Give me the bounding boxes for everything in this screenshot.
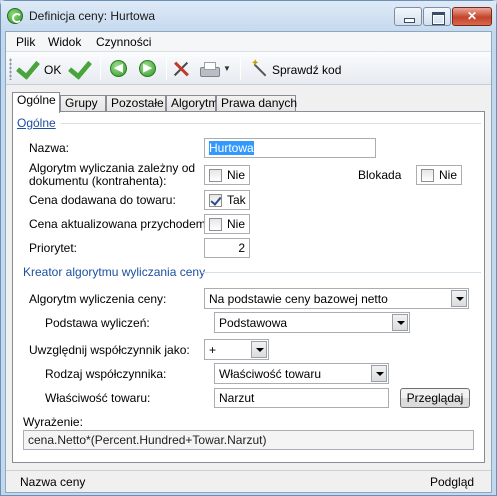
- maximize-button[interactable]: [423, 7, 451, 26]
- expression-field[interactable]: cena.Netto*(Percent.Hundred+Towar.Narzut…: [23, 430, 474, 450]
- coefficient-label: Uwzględnij współczynnik jako:: [29, 343, 190, 357]
- tab-algorytm[interactable]: Algorytm: [166, 95, 218, 112]
- coefficient-type-select-value: Właściwość towaru: [219, 367, 322, 381]
- group-title-wizard: Kreator algorytmu wyliczania ceny: [23, 265, 206, 279]
- chevron-down-icon[interactable]: [371, 365, 387, 382]
- status-left-text: Nazwa ceny: [20, 475, 86, 489]
- toolbar-separator: [240, 58, 241, 80]
- product-property-field[interactable]: Narzut: [214, 388, 389, 408]
- toolbar-separator: [100, 58, 101, 80]
- browse-button[interactable]: Przeglądaj: [400, 388, 470, 408]
- tab-ogolne[interactable]: Ogólne: [12, 92, 60, 113]
- magic-wand-icon[interactable]: [251, 58, 269, 78]
- coefficient-type-select[interactable]: Właściwość towaru: [214, 363, 389, 384]
- checkbox-label: Tak: [227, 193, 246, 207]
- algorithm-dependent-label: Algorytm wyliczania zależny od: [29, 161, 196, 175]
- chevron-down-icon[interactable]: [451, 290, 467, 307]
- algorithm-select[interactable]: Na podstawie ceny bazowej netto: [204, 288, 469, 309]
- print-dropdown-arrow-icon[interactable]: ▼: [223, 64, 231, 73]
- algorithm-select-value: Na podstawie ceny bazowej netto: [209, 292, 388, 306]
- block-label: Blokada: [358, 168, 402, 182]
- name-label: Nazwa:: [29, 141, 70, 155]
- coefficient-select-value: +: [209, 343, 217, 357]
- save-check-icon[interactable]: [70, 55, 92, 77]
- checkbox-label: Nie: [227, 168, 246, 182]
- tab-grupy[interactable]: Grupy: [60, 95, 106, 112]
- menu-bar: Plik Widok Czynności: [6, 32, 491, 52]
- toolbar-separator: [166, 58, 167, 80]
- printer-icon[interactable]: [200, 61, 220, 77]
- name-field[interactable]: Hurtowa: [204, 138, 376, 158]
- algorithm-dependent-label-2: dokumentu (kontrahenta):: [29, 174, 167, 188]
- chevron-down-icon[interactable]: [392, 314, 408, 331]
- tab-prawa-danych[interactable]: Prawa danych: [216, 95, 297, 112]
- back-arrow-icon[interactable]: ◀: [110, 60, 127, 77]
- group-title-general: Ogólne: [17, 116, 56, 130]
- checkbox-label: Nie: [227, 217, 246, 231]
- priority-field[interactable]: 2: [204, 238, 250, 258]
- ok-button-label[interactable]: OK: [44, 63, 61, 77]
- basis-select-value: Podstawowa: [219, 316, 288, 330]
- status-bar: Nazwa ceny Podgląd: [6, 470, 491, 492]
- basis-select[interactable]: Podstawowa: [214, 312, 410, 333]
- menu-plik[interactable]: Plik: [16, 35, 35, 49]
- tab-strip: Ogólne Grupy Pozostałe Algorytm Prawa da…: [12, 92, 488, 113]
- price-added-checkbox[interactable]: Tak: [204, 190, 250, 210]
- menu-widok[interactable]: Widok: [48, 35, 81, 49]
- window-title: Definicja ceny: Hurtowa: [29, 9, 156, 23]
- checkbox-box[interactable]: [209, 169, 222, 182]
- checkbox-box[interactable]: [421, 169, 434, 182]
- toolbar-grip[interactable]: [9, 58, 12, 80]
- status-right-text: Podgląd: [430, 475, 475, 489]
- toolbar: OK ◀ ▶ ▼ Sprawdź kod: [6, 52, 491, 85]
- close-button[interactable]: [452, 7, 492, 26]
- algorithm-label: Algorytm wyliczenia ceny:: [29, 292, 167, 306]
- checkbox-box[interactable]: [209, 218, 222, 231]
- forward-arrow-icon[interactable]: ▶: [139, 60, 156, 77]
- tab-panel-ogolne: Ogólne Nazwa: Hurtowa Algorytm wyliczani…: [12, 111, 485, 463]
- check-code-button-label[interactable]: Sprawdź kod: [272, 63, 341, 77]
- block-checkbox[interactable]: Nie: [416, 165, 462, 185]
- group-divider: [203, 272, 481, 273]
- checkbox-label: Nie: [439, 168, 458, 182]
- price-definition-window: Definicja ceny: Hurtowa Plik Widok Czynn…: [0, 0, 497, 496]
- coefficient-type-label: Rodzaj współczynnika:: [45, 367, 167, 381]
- menu-czynnosci[interactable]: Czynności: [96, 35, 151, 49]
- title-bar[interactable]: Definicja ceny: Hurtowa: [1, 1, 496, 31]
- app-icon: [7, 8, 23, 24]
- chevron-down-icon[interactable]: [251, 341, 267, 358]
- product-property-label: Właściwość towaru:: [45, 391, 151, 405]
- coefficient-select[interactable]: +: [204, 339, 269, 360]
- window-client-area: Plik Widok Czynności OK ◀ ▶ ▼ Sprawdź ko…: [5, 31, 492, 493]
- tab-pozostale[interactable]: Pozostałe: [106, 95, 166, 112]
- group-divider: [61, 123, 481, 124]
- algorithm-dependent-checkbox[interactable]: Nie: [204, 165, 250, 185]
- ok-check-icon[interactable]: [18, 55, 40, 77]
- priority-label: Priorytet:: [29, 241, 78, 255]
- expression-label: Wyrażenie:: [23, 415, 83, 429]
- price-added-label: Cena dodawana do towaru:: [29, 193, 176, 207]
- checkbox-box[interactable]: [209, 194, 222, 207]
- price-updated-checkbox[interactable]: Nie: [204, 214, 250, 234]
- price-updated-label: Cena aktualizowana przychodem:: [29, 217, 210, 231]
- tools-icon[interactable]: [172, 60, 190, 78]
- basis-label: Podstawa wyliczeń:: [45, 316, 150, 330]
- minimize-button[interactable]: [394, 7, 422, 26]
